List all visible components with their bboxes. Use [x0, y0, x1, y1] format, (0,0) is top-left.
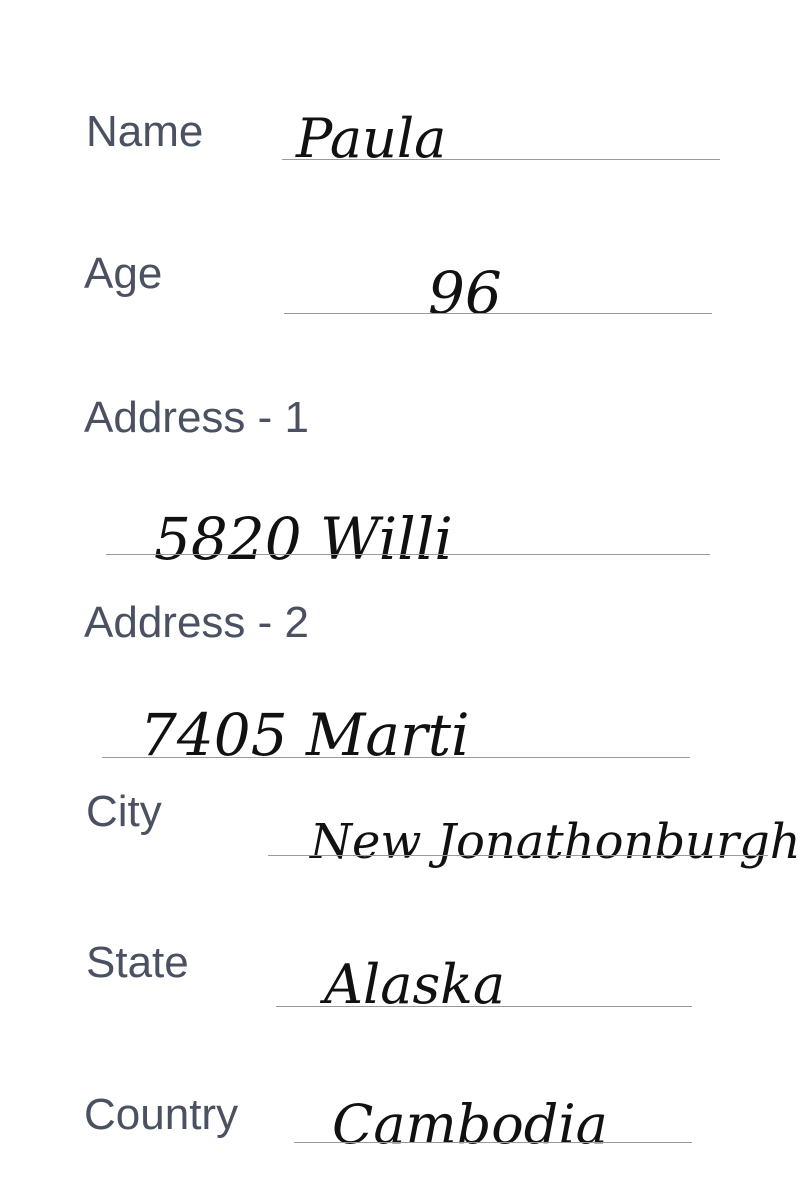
country-value[interactable]: Cambodia — [332, 1098, 608, 1152]
age-underline — [284, 313, 712, 314]
country-label: Country — [84, 1090, 239, 1139]
city-value[interactable]: New Jonathonburgh — [310, 818, 800, 866]
handwritten-form: Name Paula Age 96 Address - 1 5820 Willi… — [0, 0, 800, 1200]
city-underline — [268, 855, 768, 856]
address2-value[interactable]: 7405 Marti — [140, 706, 470, 764]
address1-underline — [106, 554, 710, 555]
address1-label: Address - 1 — [84, 393, 309, 442]
state-underline — [276, 1006, 692, 1007]
name-underline — [282, 159, 720, 160]
age-label: Age — [84, 249, 163, 298]
city-label: City — [86, 787, 162, 836]
name-label: Name — [86, 107, 204, 156]
country-underline — [294, 1142, 692, 1143]
address2-underline — [102, 757, 690, 758]
address1-value[interactable]: 5820 Willi — [154, 510, 453, 568]
name-value[interactable]: Paula — [296, 112, 446, 166]
state-label: State — [86, 938, 189, 987]
address2-label: Address - 2 — [84, 598, 309, 647]
state-value[interactable]: Alaska — [324, 958, 505, 1012]
